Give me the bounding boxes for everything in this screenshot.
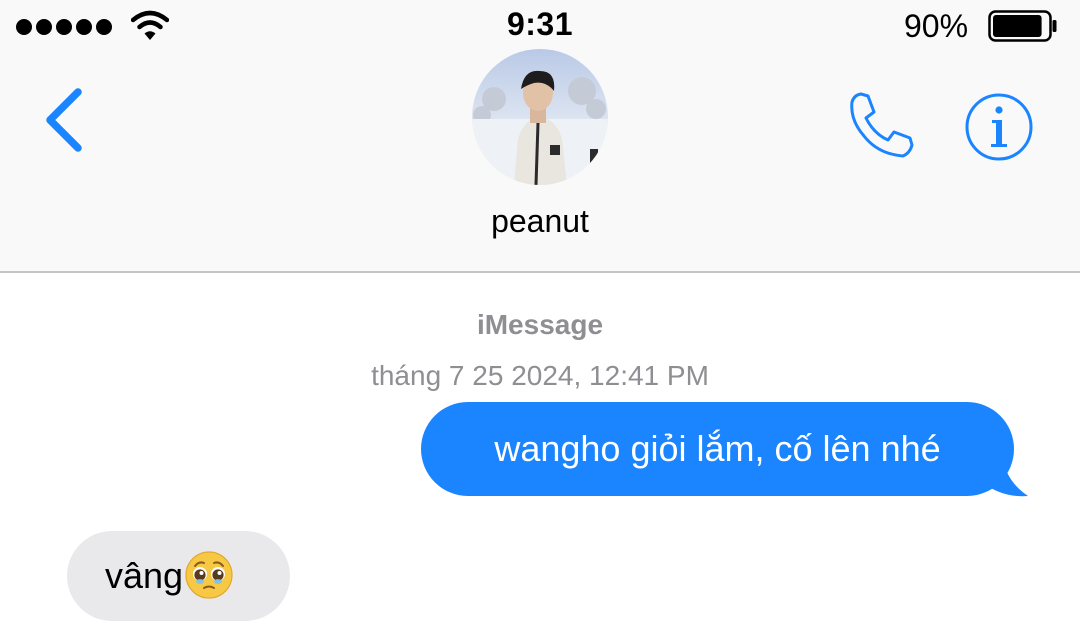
- service-label: iMessage: [476, 309, 604, 340]
- contact-name[interactable]: peanut: [0, 203, 1080, 240]
- outgoing-message-text: wangho giỏi lắm, cố lên nhé: [494, 428, 941, 469]
- battery-percentage: 90%: [904, 8, 969, 44]
- pleading-face-icon: [185, 551, 233, 600]
- avatar-photo: [472, 49, 608, 185]
- bubble-tail: [980, 452, 1028, 497]
- back-chevron-icon[interactable]: [40, 84, 90, 156]
- incoming-message-bubble[interactable]: vâng: [67, 531, 290, 621]
- phone-icon[interactable]: [844, 90, 916, 162]
- incoming-message-text: vâng: [105, 555, 184, 596]
- contact-avatar[interactable]: [472, 49, 608, 185]
- outgoing-message-bubble[interactable]: wangho giỏi lắm, cố lên nhé: [421, 402, 1014, 496]
- battery-icon: [988, 10, 1057, 42]
- message-timestamp: tháng 7 25 2024, 12:41 PM: [371, 360, 709, 391]
- navigation-header: 9:31 90% peanut: [0, 0, 1080, 273]
- info-icon[interactable]: [963, 91, 1035, 163]
